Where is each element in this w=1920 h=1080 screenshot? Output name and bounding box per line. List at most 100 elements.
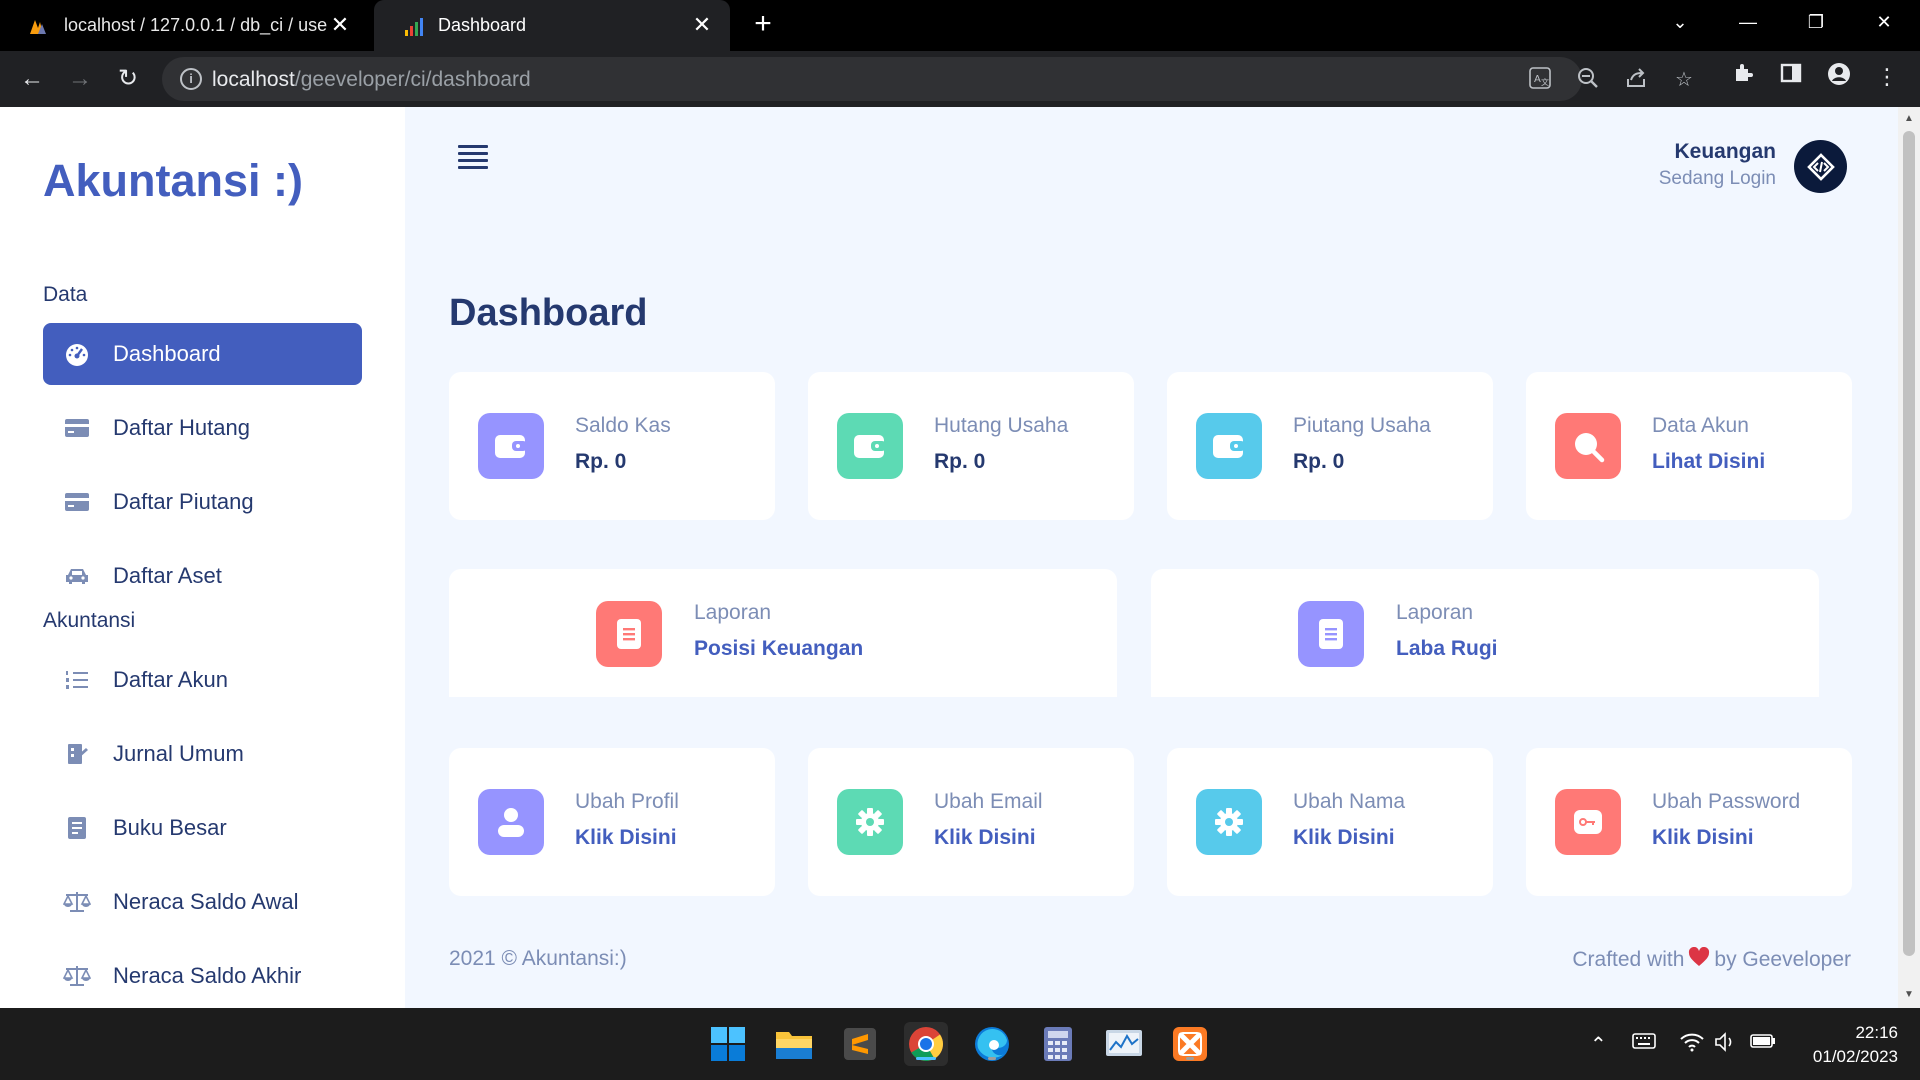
list-ol-icon xyxy=(63,666,91,694)
calculator-icon[interactable] xyxy=(1036,1022,1080,1066)
card-ubah-password[interactable]: Ubah Password Klik Disini xyxy=(1526,748,1852,896)
sidebar-item-label: Daftar Hutang xyxy=(113,415,250,440)
forward-icon[interactable]: → xyxy=(64,63,96,95)
minimize-icon[interactable]: — xyxy=(1718,0,1778,44)
url-text[interactable]: localhost/geeveloper/ci/dashboard xyxy=(212,68,531,92)
laba-rugi-link[interactable]: Laba Rugi xyxy=(1396,637,1498,661)
phpmyadmin-favicon-icon xyxy=(30,19,46,34)
keyboard-icon[interactable] xyxy=(1632,1032,1656,1056)
edge-icon[interactable] xyxy=(970,1022,1014,1066)
hamburger-menu-icon[interactable] xyxy=(458,145,488,171)
wifi-icon[interactable] xyxy=(1680,1032,1704,1058)
card-label: Ubah Email xyxy=(934,790,1043,813)
bookmark-star-icon[interactable]: ☆ xyxy=(1671,67,1697,93)
sidebar-item-dashboard[interactable]: Dashboard xyxy=(43,323,362,385)
user-name[interactable]: Keuangan xyxy=(1674,140,1776,164)
card-ubah-nama[interactable]: Ubah Nama Klik Disini xyxy=(1167,748,1493,896)
address-bar: ← → ↻ i localhost/geeveloper/ci/dashboar… xyxy=(0,51,1920,107)
main-content: Keuangan Sedang Login Dashboard Saldo Ka… xyxy=(405,107,1898,1008)
card-label: Laporan xyxy=(1396,601,1474,624)
brand-logo[interactable]: Akuntansi :) xyxy=(43,155,303,207)
avatar[interactable] xyxy=(1794,140,1847,193)
klik-disini-link[interactable]: Klik Disini xyxy=(1652,826,1754,850)
share-icon[interactable] xyxy=(1623,67,1649,93)
card-label: Data Akun xyxy=(1652,414,1749,437)
url-field[interactable]: i localhost/geeveloper/ci/dashboard A文 ☆ xyxy=(162,57,1693,101)
menu-dots-icon[interactable]: ⋮ xyxy=(1872,62,1902,92)
sidebar-item-daftar-hutang[interactable]: Daftar Hutang xyxy=(43,397,362,459)
zoom-out-icon[interactable] xyxy=(1575,67,1601,93)
sidebar-item-daftar-akun[interactable]: Daftar Akun xyxy=(43,649,362,711)
resource-monitor-icon[interactable] xyxy=(1102,1022,1146,1066)
gear-icon xyxy=(837,789,903,855)
side-panel-icon[interactable] xyxy=(1776,62,1806,92)
close-tab-icon[interactable]: ✕ xyxy=(328,13,352,38)
footer-credit: Crafted with by Geeveloper xyxy=(1572,946,1851,973)
klik-disini-link[interactable]: Klik Disini xyxy=(1293,826,1395,850)
card-saldo-kas[interactable]: Saldo Kas Rp. 0 xyxy=(449,372,775,520)
klik-disini-link[interactable]: Klik Disini xyxy=(934,826,1036,850)
credit-card-icon xyxy=(63,414,91,442)
card-laporan-laba-rugi[interactable]: Laporan Laba Rugi xyxy=(1151,569,1819,697)
sidebar-item-daftar-aset[interactable]: Daftar Aset xyxy=(43,545,362,607)
xampp-icon[interactable] xyxy=(1168,1022,1212,1066)
chrome-icon[interactable] xyxy=(904,1022,948,1066)
running-indicator xyxy=(988,1057,996,1060)
tab-title: Dashboard xyxy=(438,15,527,35)
start-windows-icon[interactable] xyxy=(706,1022,750,1066)
car-icon xyxy=(63,562,91,590)
battery-icon[interactable] xyxy=(1750,1032,1776,1056)
footer-credit-author[interactable]: by Geeveloper xyxy=(1714,948,1851,972)
klik-disini-link[interactable]: Klik Disini xyxy=(575,826,677,850)
scroll-up-icon[interactable]: ▲ xyxy=(1903,113,1915,125)
document-icon xyxy=(1298,601,1364,667)
window-close-icon[interactable]: ✕ xyxy=(1854,0,1914,44)
file-explorer-icon[interactable] xyxy=(772,1022,816,1066)
close-tab-icon[interactable]: ✕ xyxy=(690,13,714,38)
card-value: Rp. 0 xyxy=(1293,450,1345,473)
scroll-down-icon[interactable]: ▼ xyxy=(1903,989,1915,1001)
card-ubah-profil[interactable]: Ubah Profil Klik Disini xyxy=(449,748,775,896)
profile-icon[interactable] xyxy=(1824,62,1854,92)
user-status: Sedang Login xyxy=(1658,168,1776,189)
sidebar-item-daftar-piutang[interactable]: Daftar Piutang xyxy=(43,471,362,533)
scrollbar-thumb[interactable] xyxy=(1903,131,1915,956)
book-icon xyxy=(63,814,91,842)
tab-title: localhost / 127.0.0.1 / db_ci / use xyxy=(64,15,328,35)
heart-icon xyxy=(1688,946,1710,973)
back-icon[interactable]: ← xyxy=(16,63,48,95)
card-label: Piutang Usaha xyxy=(1293,414,1431,437)
person-icon xyxy=(478,789,544,855)
tab-phpmyadmin[interactable]: localhost / 127.0.0.1 / db_ci / use ✕ xyxy=(0,0,368,51)
card-laporan-posisi-keuangan[interactable]: Laporan Posisi Keuangan xyxy=(449,569,1117,697)
card-ubah-email[interactable]: Ubah Email Klik Disini xyxy=(808,748,1134,896)
translate-icon[interactable]: A文 xyxy=(1527,67,1553,93)
vertical-scrollbar[interactable]: ▲ ▼ xyxy=(1898,107,1920,1008)
volume-icon[interactable] xyxy=(1714,1032,1738,1058)
sidebar-item-neraca-saldo-akhir[interactable]: Neraca Saldo Akhir xyxy=(43,945,362,1007)
site-info-icon[interactable]: i xyxy=(180,68,202,90)
card-piutang-usaha[interactable]: Piutang Usaha Rp. 0 xyxy=(1167,372,1493,520)
card-data-akun[interactable]: Data Akun Lihat Disini xyxy=(1526,372,1852,520)
active-indicator xyxy=(916,1057,936,1060)
tab-dashboard[interactable]: Dashboard ✕ xyxy=(374,0,730,51)
sidebar-item-buku-besar[interactable]: Buku Besar xyxy=(43,797,362,859)
tab-search-icon[interactable]: ⌄ xyxy=(1650,0,1710,44)
sidebar-item-neraca-saldo-awal[interactable]: Neraca Saldo Awal xyxy=(43,871,362,933)
new-tab-button[interactable]: + xyxy=(748,9,778,40)
sidebar-item-jurnal-umum[interactable]: Jurnal Umum xyxy=(43,723,362,785)
show-hidden-icons-icon[interactable]: ⌃ xyxy=(1590,1032,1607,1057)
clock-date: 01/02/2023 xyxy=(1812,1047,1898,1066)
reload-icon[interactable]: ↻ xyxy=(112,63,144,95)
sublime-text-icon[interactable] xyxy=(838,1022,882,1066)
menu-section-title: Data xyxy=(43,283,88,306)
lihat-disini-link[interactable]: Lihat Disini xyxy=(1652,450,1765,474)
sidebar-item-label: Daftar Aset xyxy=(113,563,222,588)
system-clock[interactable]: 22:16 01/02/2023 xyxy=(1813,1021,1898,1069)
sidebar-item-label: Buku Besar xyxy=(113,815,227,840)
posisi-keuangan-link[interactable]: Posisi Keuangan xyxy=(694,637,863,661)
extensions-icon[interactable] xyxy=(1728,62,1758,92)
card-hutang-usaha[interactable]: Hutang Usaha Rp. 0 xyxy=(808,372,1134,520)
restore-icon[interactable]: ❐ xyxy=(1786,0,1846,44)
credit-card-icon xyxy=(63,488,91,516)
